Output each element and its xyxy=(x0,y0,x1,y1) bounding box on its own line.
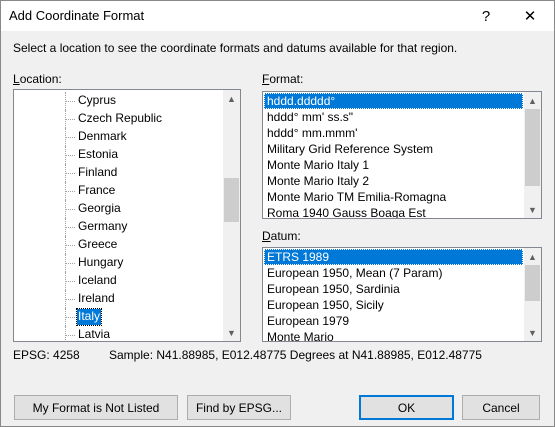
datum-list[interactable]: ETRS 1989 European 1950, Mean (7 Param) Eu… xyxy=(262,247,542,342)
tree-connector xyxy=(66,173,75,174)
list-item[interactable]: hddd° mm.mmm' xyxy=(264,125,523,141)
tree-connector xyxy=(66,335,75,336)
window-title: Add Coordinate Format xyxy=(9,8,145,23)
add-coordinate-format-dialog: Add Coordinate Format ? ✕ Select a locat… xyxy=(0,0,555,427)
tree-item-label: Denmark xyxy=(78,129,127,143)
close-button[interactable]: ✕ xyxy=(508,1,552,31)
scroll-down-arrow-icon[interactable]: ▼ xyxy=(223,324,240,341)
list-item[interactable]: ETRS 1989 xyxy=(264,249,523,265)
format-scroll-thumb[interactable] xyxy=(525,109,540,186)
find-by-epsg-button[interactable]: Find by EPSG... xyxy=(187,395,291,420)
list-item[interactable]: Monte Mario Italy 1 xyxy=(264,157,523,173)
tree-connector xyxy=(66,245,75,246)
title-bar: Add Coordinate Format ? ✕ xyxy=(1,1,554,31)
tree-item-label: Georgia xyxy=(78,201,121,215)
list-item[interactable]: European 1950, Mean (7 Param) xyxy=(264,265,523,281)
list-item[interactable]: hddd.ddddd° xyxy=(264,93,523,109)
list-item[interactable]: Monte Mario xyxy=(264,329,523,341)
tree-item-label: Hungary xyxy=(78,255,124,269)
tree-connector xyxy=(66,137,75,138)
tree-item[interactable]: Italy xyxy=(14,308,224,326)
tree-item-label: Finland xyxy=(78,165,118,179)
help-button[interactable]: ? xyxy=(464,1,508,31)
tree-connector xyxy=(66,155,75,156)
my-format-not-listed-button[interactable]: My Format is Not Listed xyxy=(14,395,178,420)
list-item[interactable]: European 1950, Sicily xyxy=(264,297,523,313)
list-item[interactable]: European 1979 xyxy=(264,313,523,329)
tree-connector xyxy=(65,326,66,341)
datum-label: Datum: xyxy=(262,229,301,243)
tree-item[interactable]: Czech Republic xyxy=(14,110,224,128)
scroll-down-arrow-icon[interactable]: ▼ xyxy=(524,324,541,341)
tree-item-label: Germany xyxy=(78,219,128,233)
tree-item[interactable]: Estonia xyxy=(14,146,224,164)
ok-button[interactable]: OK xyxy=(359,395,454,420)
tree-item-label: Ireland xyxy=(78,291,115,305)
tree-item[interactable]: France xyxy=(14,182,224,200)
tree-item[interactable]: Latvia xyxy=(14,326,224,341)
tree-connector xyxy=(66,209,75,210)
tree-connector xyxy=(66,191,75,192)
tree-connector xyxy=(66,227,75,228)
tree-item-label: Latvia xyxy=(78,327,111,341)
tree-connector xyxy=(66,119,75,120)
list-item[interactable]: Monte Mario TM Emilia-Romagna xyxy=(264,189,523,205)
scroll-up-arrow-icon[interactable]: ▲ xyxy=(524,92,541,109)
scroll-up-arrow-icon[interactable]: ▲ xyxy=(524,248,541,265)
tree-item-label: Greece xyxy=(78,237,118,251)
list-item[interactable]: hddd° mm' ss.s" xyxy=(264,109,523,125)
list-item[interactable]: Monte Mario Italy 2 xyxy=(264,173,523,189)
list-item[interactable]: Roma 1940 Gauss Boaga Est xyxy=(264,205,523,218)
tree-connector xyxy=(66,281,75,282)
tree-item[interactable]: Georgia xyxy=(14,200,224,218)
scroll-up-arrow-icon[interactable]: ▲ xyxy=(223,90,240,107)
location-scroll-thumb[interactable] xyxy=(224,178,239,222)
location-label-access-key: L xyxy=(13,72,20,86)
tree-item-label: Cyprus xyxy=(78,93,117,107)
tree-item-label: Italy xyxy=(75,308,103,326)
cancel-button[interactable]: Cancel xyxy=(462,395,540,420)
tree-connector xyxy=(66,263,75,264)
format-scrollbar[interactable]: ▲ ▼ xyxy=(524,92,541,218)
scroll-down-arrow-icon[interactable]: ▼ xyxy=(524,201,541,218)
tree-item-label: Estonia xyxy=(78,147,119,161)
instruction-text: Select a location to see the coordinate … xyxy=(13,41,458,55)
tree-item-label: France xyxy=(78,183,116,197)
location-tree[interactable]: Cyprus Czech Republic Denmark Estonia Finlan… xyxy=(13,89,241,342)
tree-item[interactable]: Germany xyxy=(14,218,224,236)
sample-text: Sample: N41.88985, E012.48775 Degrees at… xyxy=(109,348,482,362)
tree-item[interactable]: Greece xyxy=(14,236,224,254)
tree-item[interactable]: Finland xyxy=(14,164,224,182)
list-item[interactable]: European 1950, Sardinia xyxy=(264,281,523,297)
tree-item[interactable]: Hungary xyxy=(14,254,224,272)
datum-scroll-thumb[interactable] xyxy=(525,265,540,301)
tree-item-label: Czech Republic xyxy=(78,111,163,125)
tree-item[interactable]: Iceland xyxy=(14,272,224,290)
tree-connector xyxy=(66,101,75,102)
epsg-code: EPSG: 4258 xyxy=(13,348,80,362)
tree-item-label: Iceland xyxy=(78,273,117,287)
format-list[interactable]: hddd.ddddd° hddd° mm' ss.s" hddd° mm.mmm' M… xyxy=(262,91,542,219)
datum-label-access-key: D xyxy=(262,229,271,243)
location-label-rest: ocation: xyxy=(19,72,62,86)
tree-item[interactable]: Ireland xyxy=(14,290,224,308)
datum-scrollbar[interactable]: ▲ ▼ xyxy=(524,248,541,341)
tree-item[interactable]: Denmark xyxy=(14,128,224,146)
format-label: Format: xyxy=(262,72,303,86)
location-scrollbar[interactable]: ▲ ▼ xyxy=(223,90,240,341)
format-label-rest: ormat: xyxy=(269,72,304,86)
tree-connector xyxy=(66,317,75,318)
tree-connector xyxy=(66,299,75,300)
tree-item[interactable]: Cyprus xyxy=(14,92,224,110)
location-label: Location: xyxy=(13,72,62,86)
datum-label-rest: atum: xyxy=(270,229,301,243)
list-item[interactable]: Military Grid Reference System xyxy=(264,141,523,157)
